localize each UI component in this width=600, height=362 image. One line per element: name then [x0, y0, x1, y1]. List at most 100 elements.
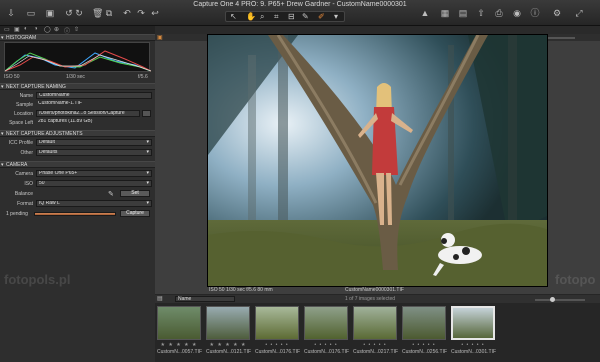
tab-output-icon[interactable]: ⇧ [74, 26, 79, 33]
space-left-label: Space Left [9, 120, 33, 126]
naming-header[interactable]: NEXT CAPTURE NAMING [0, 83, 155, 90]
main-photo[interactable] [207, 34, 548, 287]
print-icon[interactable]: ⎙ [494, 9, 504, 18]
thumbnail-5[interactable] [353, 306, 397, 340]
camera-header[interactable]: CAMERA [0, 161, 155, 168]
balance-row: Balance ✎ Set [0, 190, 155, 199]
redo-icon[interactable]: ↷ [136, 9, 146, 18]
thumb-label-7: CustomN...0301.TIF [451, 349, 497, 355]
iso-select[interactable]: 50 [36, 180, 152, 187]
rating-1[interactable]: ★ ★ ★ ★ ★ [156, 342, 202, 348]
thumb-size-knob[interactable] [550, 297, 555, 302]
balance-picker-icon[interactable]: ✎ [108, 190, 114, 198]
trash-icon[interactable]: 🗑 [92, 9, 103, 18]
tab-library-icon[interactable]: ▭ [4, 26, 10, 33]
icc-profile-label: ICC Profile [8, 140, 33, 146]
set-button[interactable]: Set [120, 190, 150, 197]
hand-icon[interactable]: ✋ [246, 12, 256, 21]
camera-row: Camera Phase One P65+ [0, 170, 155, 179]
name-field[interactable]: CustomName [36, 92, 152, 99]
tab-capture-icon[interactable]: ▣ [14, 26, 20, 33]
thumb-label-2: CustomN...0121.TIF [206, 349, 252, 355]
iso-row: ISO 50 [0, 180, 155, 189]
view-icon[interactable]: ▭ [26, 9, 36, 18]
thumb-size-slider[interactable] [535, 299, 585, 301]
rating-5[interactable]: • • • • • [352, 342, 398, 348]
tools-dropdown-icon[interactable]: ▾ [334, 12, 338, 21]
viewer-left-icon[interactable]: ▣ [157, 34, 163, 41]
window-title: Capture One 4 PRO: 9. P65+ Drew Gardner … [193, 1, 407, 8]
thumbnail-4[interactable] [304, 306, 348, 340]
camera-select[interactable]: Phase One P65+ [36, 170, 152, 177]
capture-tool-panel: HISTOGRAM ISO 50 1/30 sec f/5.6 NEXT CAP… [0, 34, 155, 362]
thumb-label-1: CustomN...0057.TIF [157, 349, 203, 355]
export-icon[interactable]: ⇧ [476, 9, 486, 18]
guides-icon[interactable]: ▤ [458, 9, 468, 18]
histogram-header[interactable]: HISTOGRAM [0, 34, 155, 41]
rating-3[interactable]: • • • • • [254, 342, 300, 348]
viewer-filename: CustomName0000301.TIF [345, 287, 404, 293]
thumb-label-4: CustomN...0176.TIF [304, 349, 350, 355]
sort-select[interactable]: Name [175, 296, 235, 302]
name-label: Name [19, 93, 33, 99]
viewer-exif: ISO 50 1/30 sec f/5.6 80 mm [209, 287, 273, 293]
format-select[interactable]: IQ Raw L [36, 200, 152, 207]
space-left-row: Space Left 281 captures (11.89 GB) [0, 119, 155, 128]
info-icon[interactable]: ⓘ [530, 9, 540, 18]
capture-icon[interactable]: ▣ [45, 9, 55, 18]
rating-6[interactable]: • • • • • [401, 342, 447, 348]
tab-color-icon[interactable]: ◐ [24, 26, 28, 32]
icc-profile-row: ICC Profile Default [0, 139, 155, 148]
brush-icon[interactable]: ✐ [318, 12, 325, 21]
capture-button[interactable]: Capture [120, 210, 150, 217]
watermark-left: fotopols.pl [4, 272, 71, 287]
thumbnail-7-selected[interactable] [451, 306, 495, 340]
location-field[interactable]: /Users/photokina2...o Session/Capture [36, 110, 140, 117]
settings-icon[interactable]: ⚙ [552, 9, 562, 18]
rotate-right-icon[interactable]: ↻ [74, 9, 84, 18]
icc-profile-select[interactable]: Default [36, 139, 152, 146]
grid-icon[interactable]: ▦ [440, 9, 450, 18]
rating-4[interactable]: • • • • • [303, 342, 349, 348]
rotate-left-icon[interactable]: ↺ [64, 9, 74, 18]
app-window: Capture One 4 PRO: 9. P65+ Drew Gardner … [0, 0, 600, 362]
straighten-icon[interactable]: ⊟ [288, 12, 295, 21]
pointer-icon[interactable]: ↖ [230, 12, 237, 21]
tab-lens-icon[interactable]: ◯ [44, 26, 51, 33]
copy-icon[interactable]: ⧉ [104, 9, 114, 18]
other-select[interactable]: Defaults [36, 149, 152, 156]
location-label: Location [14, 111, 33, 117]
thumbnail-6[interactable] [402, 306, 446, 340]
eyedropper-icon[interactable]: ✎ [302, 12, 309, 21]
crop-icon[interactable]: ⌗ [274, 12, 279, 22]
location-browse-icon[interactable] [142, 110, 151, 117]
thumb-label-5: CustomN...0217.TIF [353, 349, 399, 355]
thumbnail-3[interactable] [255, 306, 299, 340]
browser-view-icon[interactable]: ▤ [157, 295, 163, 302]
camera-icon[interactable]: ◉ [512, 9, 522, 18]
rating-7[interactable]: • • • • • [450, 342, 496, 348]
sample-label: Sample [16, 102, 33, 108]
location-row: Location /Users/photokina2...o Session/C… [0, 110, 155, 119]
warning-icon[interactable]: ▲ [420, 9, 430, 18]
tab-exposure-icon[interactable]: ◑ [34, 26, 38, 32]
capture-progress [34, 212, 116, 216]
undo-icon[interactable]: ↶ [122, 9, 132, 18]
capture-progress-fill [35, 213, 115, 215]
reset-icon[interactable]: ↩ [150, 9, 160, 18]
pending-label: 1 pending [6, 211, 28, 217]
browser-toolbar: ▤ Name 1 of 7 images selected [155, 295, 600, 303]
name-row: Name CustomName [0, 92, 155, 101]
image-viewer: ▣ ISO 50 1/30 sec f/5.6 80 mm CustomName… [155, 34, 600, 294]
fullscreen-icon[interactable]: ⤢ [574, 9, 584, 18]
import-icon[interactable]: ⇩ [6, 9, 16, 18]
zoom-icon[interactable]: ⌕ [260, 12, 264, 22]
histogram-shutter: 1/30 sec [66, 74, 85, 80]
tab-details-icon[interactable]: ⊕ [54, 26, 59, 33]
rating-2[interactable]: ★ ★ ★ ★ ★ [205, 342, 251, 348]
thumb-label-6: CustomN...0256.TIF [402, 349, 448, 355]
adjustments-header[interactable]: NEXT CAPTURE ADJUSTMENTS [0, 130, 155, 137]
format-row: Format IQ Raw L [0, 200, 155, 209]
thumbnail-1[interactable] [157, 306, 201, 340]
thumbnail-2[interactable] [206, 306, 250, 340]
